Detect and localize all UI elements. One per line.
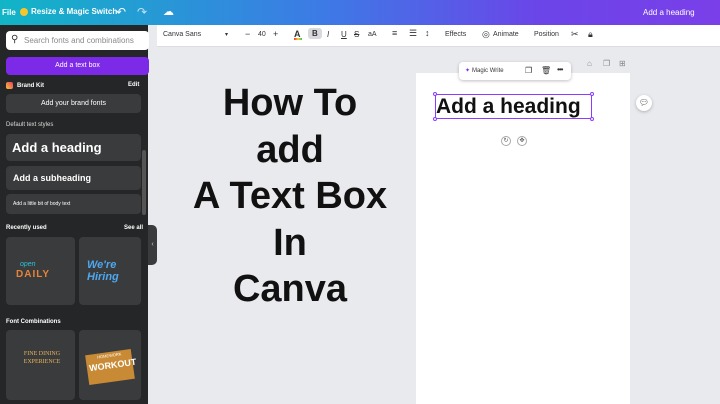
thumb-text: We're	[87, 259, 117, 271]
chevron-down-icon[interactable]: ▾	[225, 31, 228, 38]
element-context-menu: ✦ Magic Write ❐ 🗑︎ •••	[459, 62, 571, 80]
thumb-text: DAILY	[16, 269, 51, 280]
text-side-panel: ⚲ Search fonts and combinations Add a te…	[0, 25, 149, 404]
add-page-icon[interactable]: ⊞	[619, 59, 626, 68]
animate-icon[interactable]: ◎	[482, 29, 490, 40]
effects-button[interactable]: Effects	[445, 31, 466, 38]
font-size-input[interactable]: 40	[258, 31, 266, 38]
magic-write-button[interactable]: ✦ Magic Write	[465, 67, 504, 74]
brand-kit-icon	[6, 82, 13, 89]
recent-text-thumbnail[interactable]: We're Hiring	[79, 237, 141, 305]
cloud-sync-icon: ☁	[163, 6, 174, 18]
strikethrough-button[interactable]: S	[354, 30, 359, 39]
decrease-font-size-button[interactable]: −	[245, 29, 250, 39]
list-icon[interactable]: ☰	[409, 28, 417, 39]
overlay-line: Canva	[232, 268, 348, 310]
panel-scrollbar[interactable]	[142, 150, 146, 215]
document-title[interactable]: Add a heading	[643, 8, 695, 17]
overlay-line: A Text Box	[192, 175, 388, 217]
underline-button[interactable]: U	[341, 30, 347, 39]
default-text-styles-label: Default text styles	[6, 122, 54, 128]
recent-text-thumbnail[interactable]: open DAILY	[6, 237, 75, 305]
thumb-text: FINE DINING EXPERIENCE	[23, 351, 61, 365]
collapse-panel-handle[interactable]: ‹	[148, 225, 157, 265]
lock-icon[interactable]: 🔒︎	[588, 29, 593, 40]
recently-used-label: Recently used	[6, 225, 47, 231]
heading-text[interactable]: Add a heading	[436, 95, 581, 118]
thumb-text: Hiring	[87, 271, 119, 283]
text-color-button[interactable]: A	[294, 29, 302, 40]
magic-write-label: Magic Write	[472, 68, 504, 74]
font-family-dropdown[interactable]: Canva Sans	[163, 31, 201, 38]
top-header-bar: File Resize & Magic Switch ↶ ↷ ☁ Add a h…	[0, 0, 720, 25]
scissors-icon[interactable]: ✂	[571, 29, 579, 40]
more-options-icon[interactable]: •••	[557, 65, 563, 74]
text-toolbar: Canva Sans ▾ − 40 + A B I U S aA ≡ ☰ ↕ E…	[157, 25, 720, 47]
search-input[interactable]: ⚲ Search fonts and combinations	[6, 31, 149, 50]
font-combination-thumbnail[interactable]: FINE DINING EXPERIENCE	[6, 330, 75, 400]
animate-button[interactable]: Animate	[493, 31, 519, 38]
thumb-text: open	[20, 261, 36, 268]
magic-wand-icon: ✦	[465, 68, 471, 74]
search-placeholder: Search fonts and combinations	[24, 36, 134, 45]
see-all-link[interactable]: See all	[124, 225, 143, 231]
crown-icon	[20, 7, 28, 16]
redo-icon[interactable]: ↷	[137, 5, 147, 19]
align-center-icon[interactable]: ≡	[392, 28, 397, 38]
selected-heading-textbox[interactable]: Add a heading	[435, 94, 592, 119]
brand-kit-header[interactable]: Brand Kit	[6, 82, 44, 89]
brand-kit-label: Brand Kit	[17, 82, 44, 89]
trash-icon[interactable]: 🗑︎	[541, 66, 551, 75]
resize-label: Resize & Magic Switch	[31, 7, 118, 16]
overlay-line: In	[273, 221, 307, 264]
search-icon: ⚲	[11, 34, 19, 45]
duplicate-page-icon[interactable]: ❐	[603, 59, 610, 68]
resize-handle[interactable]	[433, 92, 437, 96]
video-title-overlay: How To add A Text Box In Canva	[160, 80, 420, 313]
spacing-icon[interactable]: ↕	[425, 28, 430, 38]
design-page[interactable]	[416, 73, 630, 404]
letter-case-button[interactable]: aA	[368, 31, 377, 38]
add-text-box-button[interactable]: Add a text box	[6, 57, 149, 75]
font-combinations-label: Font Combinations	[6, 319, 61, 325]
increase-font-size-button[interactable]: +	[273, 29, 278, 39]
resize-handle[interactable]	[433, 117, 437, 121]
bold-button[interactable]: B	[308, 28, 322, 39]
resize-handle[interactable]	[590, 117, 594, 121]
add-heading-button[interactable]: Add a heading	[6, 134, 141, 161]
italic-button[interactable]: I	[327, 30, 329, 39]
overlay-line: How To	[222, 82, 358, 124]
resize-handle[interactable]	[590, 92, 594, 96]
move-handle-icon[interactable]: ✥	[517, 136, 527, 146]
comment-icon[interactable]: 💬︎	[636, 95, 652, 111]
font-combination-thumbnail[interactable]: HOMEWORK WORKOUT	[79, 330, 141, 400]
file-menu[interactable]: File	[2, 8, 16, 17]
overlay-line: add	[256, 128, 324, 171]
duplicate-icon[interactable]: ❐	[525, 66, 532, 75]
lock-page-icon[interactable]: ⌂	[587, 59, 592, 68]
text-color-label: A	[294, 29, 301, 39]
position-button[interactable]: Position	[534, 31, 559, 38]
rotate-handle-icon[interactable]: ↻	[501, 136, 511, 146]
resize-magic-switch-button[interactable]: Resize & Magic Switch	[20, 7, 117, 16]
add-brand-fonts-button[interactable]: Add your brand fonts	[6, 94, 141, 113]
add-body-text-button[interactable]: Add a little bit of body text	[6, 194, 141, 214]
edit-brand-kit-link[interactable]: Edit	[128, 82, 139, 88]
undo-icon[interactable]: ↶	[116, 5, 126, 19]
add-subheading-button[interactable]: Add a subheading	[6, 166, 141, 190]
